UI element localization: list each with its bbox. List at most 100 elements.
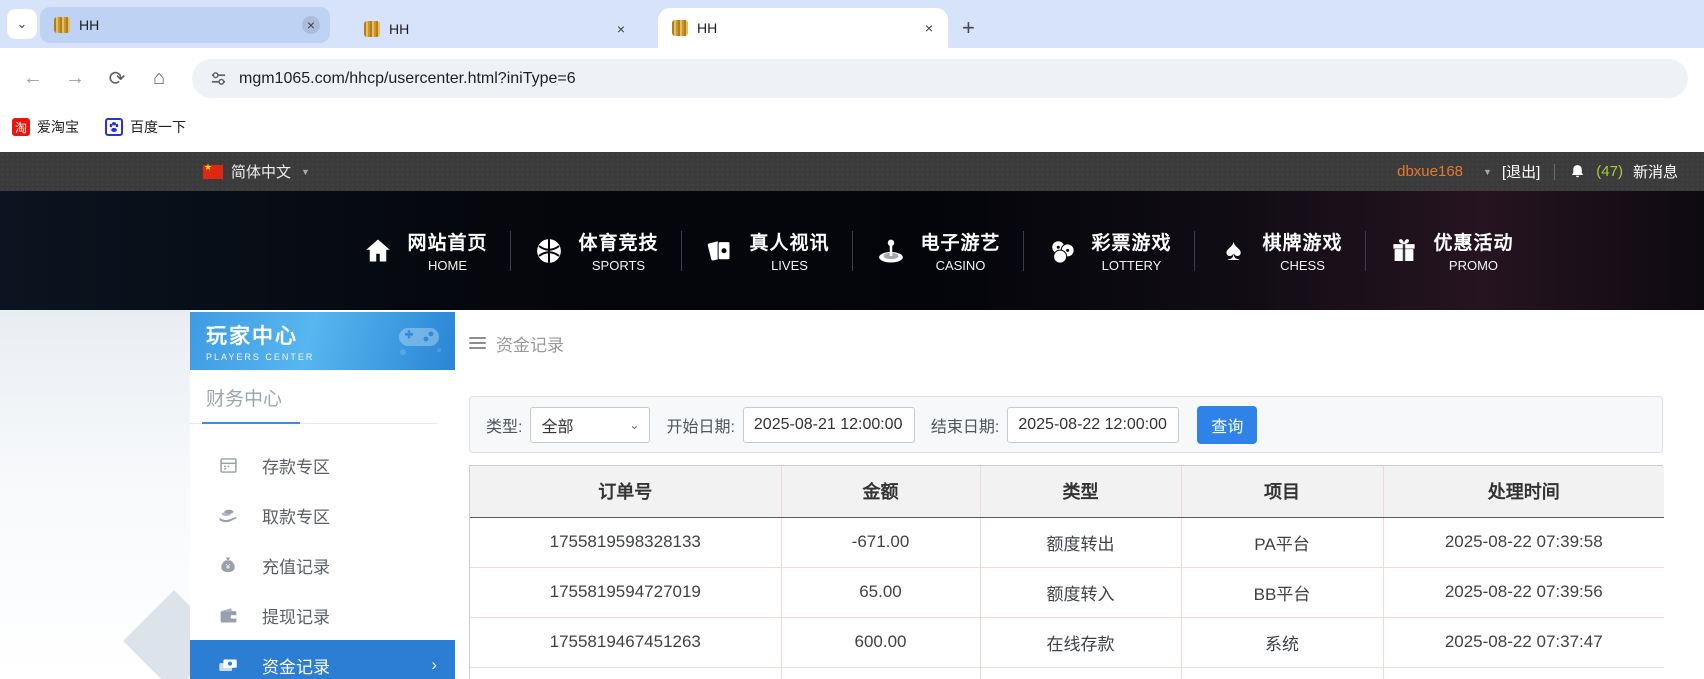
nav-item-casino[interactable]: 电子游艺CASINO xyxy=(852,218,1023,284)
wallet-icon xyxy=(216,603,240,627)
nav-item-lottery[interactable]: 彩票游戏LOTTERY xyxy=(1023,218,1194,284)
deposit-icon xyxy=(216,453,240,477)
bookmark-baidu[interactable]: 百度一下 xyxy=(105,117,186,137)
table-row: 1755819467451263 600.00 在线存款 系统 2025-08-… xyxy=(470,617,1664,667)
reload-button[interactable]: ⟳ xyxy=(100,62,134,96)
browser-tab-1[interactable]: HH × xyxy=(40,7,330,43)
finance-center-heading: 财务中心 xyxy=(206,384,455,423)
sidebar-item-label: 提现记录 xyxy=(262,603,330,628)
forward-button[interactable]: → xyxy=(58,62,92,96)
home-button[interactable]: ⌂ xyxy=(142,62,176,96)
nav-item-sports[interactable]: 体育竞技SPORTS xyxy=(510,218,681,284)
sidebar-item-label: 充值记录 xyxy=(262,553,330,578)
type-select-value: 全部 xyxy=(541,413,573,437)
nav-item-home[interactable]: 网站首页HOME xyxy=(339,218,510,284)
language-selector[interactable]: 简体中文 xyxy=(231,161,291,182)
logout-link[interactable]: [退出] xyxy=(1502,161,1540,182)
table-row-partial xyxy=(470,667,1664,679)
start-date-label: 开始日期: xyxy=(666,413,734,437)
browser-tab-3-active[interactable]: HH × xyxy=(658,8,948,48)
main-navigation: 网站首页HOME 体育竞技SPORTS 真人视讯LIVES xyxy=(0,191,1704,310)
col-process-time: 处理时间 xyxy=(1383,466,1664,517)
table-header-row: 订单号 金额 类型 项目 处理时间 xyxy=(470,466,1664,517)
table-row: 1755819598328133 -671.00 额度转出 PA平台 2025-… xyxy=(470,517,1664,567)
gamepad-icon xyxy=(393,320,445,356)
sidebar-item-label: 取款专区 xyxy=(262,503,330,528)
search-button[interactable]: 查询 xyxy=(1197,406,1257,444)
browser-tab-2[interactable]: HH × xyxy=(350,10,640,48)
hand-money-icon xyxy=(216,503,240,527)
end-date-input[interactable] xyxy=(1007,407,1179,443)
section-underline xyxy=(190,423,437,424)
site-settings-icon[interactable] xyxy=(210,70,227,87)
cell-type: 额度转入 xyxy=(980,567,1181,617)
sidebar-item-recharge-record[interactable]: ¥ 充值记录 xyxy=(190,540,455,590)
baidu-paw-icon xyxy=(105,118,123,136)
message-count[interactable]: (47) xyxy=(1596,163,1623,180)
sidebar-panel: 财务中心 存款专区 xyxy=(190,370,455,679)
banknotes-icon xyxy=(216,653,240,677)
main-panel: 资金记录 类型: 全部 ⌄ 开始日期: 结束日期: 查询 订单号 xyxy=(469,310,1663,679)
tab-title: HH xyxy=(389,21,603,37)
tab-search-button[interactable]: ⌄ xyxy=(7,9,37,39)
browser-tab-strip: ⌄ HH × HH × HH × + xyxy=(0,0,1704,48)
back-button[interactable]: ← xyxy=(16,62,50,96)
sidebar-item-funds-record[interactable]: 资金记录 › xyxy=(190,640,455,679)
site-favicon xyxy=(364,21,380,37)
nav-item-lives[interactable]: 真人视讯LIVES xyxy=(681,218,852,284)
type-select[interactable]: 全部 ⌄ xyxy=(530,407,650,443)
sidebar-item-deposit[interactable]: 存款专区 xyxy=(190,440,455,490)
svg-text:¥: ¥ xyxy=(226,562,231,571)
sidebar: 玩家中心 PLAYERS CENTER 财务中心 xyxy=(190,312,455,679)
page-title-row: 资金记录 xyxy=(469,332,1663,354)
message-label[interactable]: 新消息 xyxy=(1633,161,1678,182)
cell-order-no: 1755819594727019 xyxy=(470,567,781,617)
username[interactable]: dbxue168 xyxy=(1397,163,1463,180)
roulette-icon xyxy=(874,234,908,268)
notification-bell-icon[interactable] xyxy=(1569,163,1586,180)
end-date-label: 结束日期: xyxy=(931,413,999,437)
sports-ball-icon xyxy=(532,234,566,268)
site-favicon xyxy=(672,20,688,36)
cell-process-time: 2025-08-22 07:39:56 xyxy=(1383,567,1664,617)
page-top-gap xyxy=(0,145,1704,152)
sidebar-item-withdrawal-record[interactable]: 提现记录 xyxy=(190,590,455,640)
nav-item-promo[interactable]: 优惠活动PROMO xyxy=(1365,218,1536,284)
caret-down-icon[interactable]: ▼ xyxy=(1483,167,1492,177)
content-area: 玩家中心 PLAYERS CENTER 财务中心 xyxy=(0,310,1704,679)
cell-amount: 65.00 xyxy=(781,567,980,617)
bookmark-label: 爱淘宝 xyxy=(37,117,79,137)
site-favicon xyxy=(54,17,70,33)
new-tab-button[interactable]: + xyxy=(948,8,989,48)
players-center-banner: 玩家中心 PLAYERS CENTER xyxy=(190,312,455,370)
bookmark-taobao[interactable]: 淘 爱淘宝 xyxy=(12,117,79,137)
chevron-right-icon: › xyxy=(431,655,437,675)
nav-item-chess[interactable]: ♠ 棋牌游戏CHESS xyxy=(1194,218,1365,284)
close-icon[interactable]: × xyxy=(302,16,320,34)
chevron-down-icon: ⌄ xyxy=(629,418,639,432)
divider xyxy=(1554,164,1555,180)
address-bar[interactable]: mgm1065.com/hhcp/usercenter.html?iniType… xyxy=(192,59,1688,98)
close-icon[interactable]: × xyxy=(612,20,630,38)
tab-title: HH xyxy=(697,20,911,36)
close-icon[interactable]: × xyxy=(920,19,938,37)
background-decoration xyxy=(0,310,190,679)
start-date-input[interactable] xyxy=(743,407,915,443)
taobao-icon: 淘 xyxy=(12,118,30,136)
col-type: 类型 xyxy=(980,466,1181,517)
list-icon xyxy=(469,337,486,349)
caret-down-icon[interactable]: ▼ xyxy=(301,167,310,177)
cell-project: 系统 xyxy=(1181,617,1383,667)
money-bag-icon: ¥ xyxy=(216,553,240,577)
playing-cards-icon xyxy=(703,234,737,268)
sidebar-item-withdraw[interactable]: 取款专区 xyxy=(190,490,455,540)
sidebar-item-label: 存款专区 xyxy=(262,453,330,478)
cell-order-no: 1755819467451263 xyxy=(470,617,781,667)
cell-amount: 600.00 xyxy=(781,617,980,667)
page-title: 资金记录 xyxy=(496,331,564,356)
china-flag-icon: ★ xyxy=(203,165,223,179)
bookmark-label: 百度一下 xyxy=(130,117,186,137)
cell-process-time: 2025-08-22 07:39:58 xyxy=(1383,517,1664,567)
chevron-down-icon: ⌄ xyxy=(17,16,28,32)
col-project: 项目 xyxy=(1181,466,1383,517)
